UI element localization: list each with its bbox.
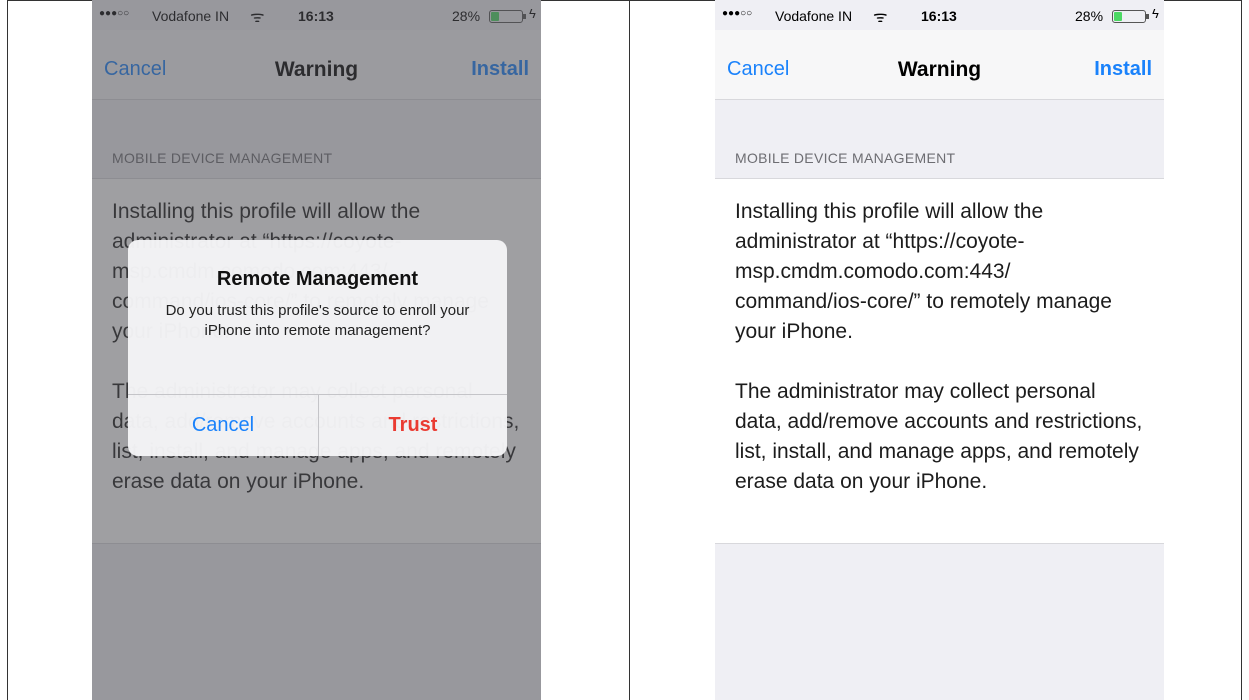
warning-content: Installing this profile will allow the a…	[715, 178, 1164, 544]
warning-paragraph-2: The administrator may collect personal d…	[735, 380, 1143, 493]
alert-title: Remote Management	[216, 268, 419, 290]
signal-strength-icon: ●●●○○	[722, 8, 753, 19]
charging-bolt-icon: ϟ	[1152, 6, 1159, 21]
section-header: MOBILE DEVICE MANAGEMENT	[735, 150, 956, 166]
alert-cancel-button[interactable]: Cancel	[128, 395, 318, 456]
phone-screen-alert: ●●●○○ Vodafone IN ᯤ 16:13 28% ϟ Cancel W…	[92, 0, 541, 700]
alert-message: Do you trust this profile's source to en…	[165, 302, 470, 339]
battery-icon	[1112, 10, 1146, 23]
carrier-label: Vodafone IN	[775, 8, 853, 24]
clock: 16:13	[921, 8, 957, 24]
wifi-icon: ᯤ	[873, 9, 888, 26]
battery-percent: 28%	[1075, 8, 1104, 24]
status-bar: ●●●○○ Vodafone IN ᯤ 16:13 28% ϟ	[715, 0, 1164, 30]
warning-paragraph-1: Installing this profile will allow the a…	[735, 200, 1112, 343]
battery-tip	[1146, 14, 1149, 19]
alert-trust-button[interactable]: Trust	[319, 395, 507, 456]
navigation-bar: Cancel Warning Install	[715, 30, 1164, 100]
install-button[interactable]: Install	[1094, 58, 1152, 81]
frame-divider	[629, 0, 630, 700]
remote-management-alert: Remote Management Do you trust this prof…	[128, 240, 507, 456]
phone-screen-warning: ●●●○○ Vodafone IN ᯤ 16:13 28% ϟ Cancel W…	[715, 0, 1164, 700]
